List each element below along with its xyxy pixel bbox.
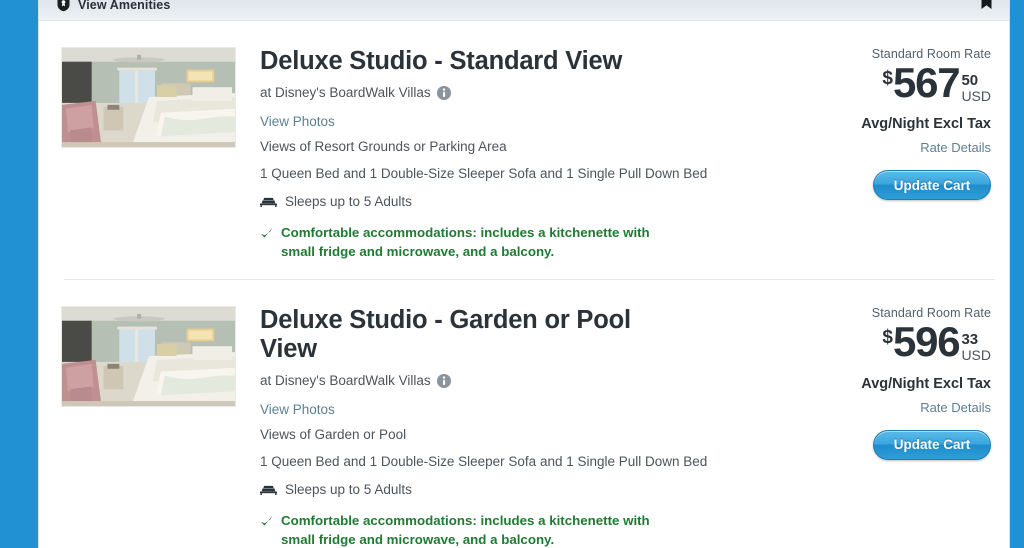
price-fraction: 50 USD (961, 73, 991, 103)
bed-icon (260, 486, 277, 496)
price-fraction: 33 USD (961, 332, 991, 362)
room-row: Deluxe Studio - Standard View at Disney'… (39, 21, 1009, 261)
resort-name: at Disney's BoardWalk Villas (260, 372, 431, 388)
results-page: View Amenities Deluxe Studio - Standard … (38, 0, 1010, 548)
resort-name: at Disney's BoardWalk Villas (260, 84, 431, 100)
price-line: $ 567 50 USD (819, 62, 991, 115)
price-qualifier: Avg/Night Excl Tax (861, 375, 991, 392)
price-line: $ 596 33 USD (819, 321, 991, 374)
sleeps-line: Sleeps up to 5 Adults (260, 194, 809, 209)
room-photo-illustration (62, 48, 235, 147)
price-cents: 50 (961, 72, 979, 89)
sleeps-label: Sleeps up to 5 Adults (285, 193, 412, 209)
price-cents: 33 (961, 331, 979, 349)
rate-details-link[interactable]: Rate Details (920, 400, 991, 415)
view-photos-link[interactable]: View Photos (260, 114, 335, 129)
price-column: Standard Room Rate $ 567 50 USD Avg/Nigh… (819, 47, 1009, 261)
room-details: Deluxe Studio - Standard View at Disney'… (226, 47, 819, 261)
price-column: Standard Room Rate $ 596 33 USD Avg/Nigh… (819, 306, 1009, 548)
room-highlight: Comfortable accommodations: includes a k… (260, 224, 660, 262)
price-amount: 567 (892, 59, 961, 106)
right-blue-band (1010, 0, 1024, 548)
room-thumbnail-wrap[interactable] (51, 47, 236, 261)
screenshot-viewport: View Amenities Deluxe Studio - Standard … (0, 0, 1024, 548)
price-amount: 596 (892, 318, 961, 366)
view-amenities-link[interactable]: View Amenities (56, 0, 170, 12)
room-row: Deluxe Studio - Garden or Pool View at D… (39, 280, 1009, 548)
room-title: Deluxe Studio - Standard View (260, 47, 623, 75)
view-description: Views of Garden or Pool (260, 426, 407, 442)
check-icon (261, 515, 272, 526)
bed-description: 1 Queen Bed and 1 Double-Size Sleeper So… (260, 165, 708, 181)
currency-sign: $ (882, 68, 893, 89)
update-cart-button[interactable]: Update Cart (873, 429, 991, 460)
room-thumbnail-wrap[interactable] (51, 306, 236, 548)
price-currency-code: USD (961, 347, 991, 364)
amenities-bar: View Amenities (39, 0, 1009, 21)
room-photo-illustration (62, 307, 235, 407)
price-currency-code: USD (961, 87, 991, 104)
view-photos-link[interactable]: View Photos (260, 402, 335, 417)
currency-sign: $ (882, 327, 893, 349)
resort-line: at Disney's BoardWalk Villas (260, 85, 809, 101)
rate-details-link[interactable]: Rate Details (920, 140, 991, 155)
sleeps-line: Sleeps up to 5 Adults (260, 482, 809, 497)
info-icon[interactable] (436, 373, 451, 388)
price-qualifier: Avg/Night Excl Tax (861, 116, 991, 133)
bed-icon (260, 198, 277, 208)
room-title: Deluxe Studio - Garden or Pool View (260, 306, 631, 364)
sleeps-label: Sleeps up to 5 Adults (285, 481, 412, 497)
bookmark-icon[interactable] (980, 0, 993, 10)
resort-line: at Disney's BoardWalk Villas (260, 373, 809, 389)
room-photo[interactable] (61, 47, 236, 148)
update-cart-button[interactable]: Update Cart (873, 170, 991, 201)
room-highlight-text: Comfortable accommodations: includes a k… (281, 512, 650, 547)
view-description: Views of Resort Grounds or Parking Area (260, 138, 507, 154)
bed-description: 1 Queen Bed and 1 Double-Size Sleeper So… (260, 453, 708, 469)
view-amenities-label: View Amenities (78, 0, 171, 12)
room-details: Deluxe Studio - Garden or Pool View at D… (226, 306, 819, 548)
room-photo[interactable] (61, 306, 236, 408)
check-icon (261, 227, 272, 238)
left-blue-band (0, 0, 38, 548)
info-icon[interactable] (436, 85, 451, 100)
shield-badge-icon (57, 0, 70, 12)
room-highlight: Comfortable accommodations: includes a k… (260, 512, 660, 548)
room-highlight-text: Comfortable accommodations: includes a k… (281, 224, 650, 259)
